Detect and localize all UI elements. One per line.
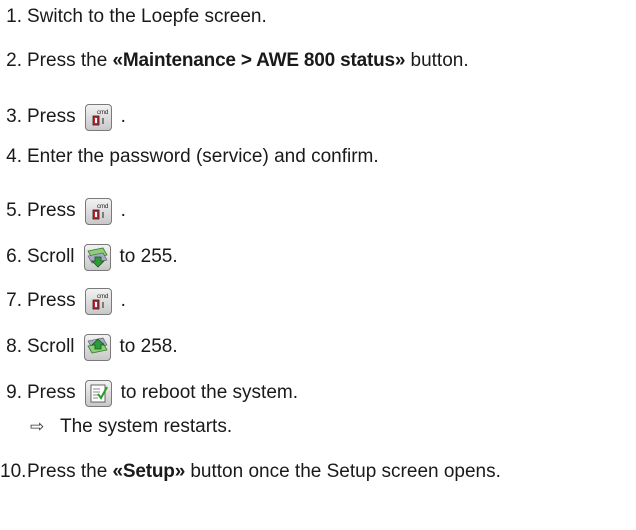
step-text-pre: Press — [27, 290, 76, 311]
cmd-key-icon: cmd — [84, 287, 112, 315]
step-6: 6. Scroll to 255. — [0, 242, 178, 272]
step-text-pre: Press — [27, 382, 76, 403]
step-number: 8. — [6, 336, 22, 357]
step-number: 3. — [6, 106, 22, 127]
step-10: 10. Press the «Setup» button once the Se… — [0, 457, 501, 487]
step-2: 2. Press the «Maintenance > AWE 800 stat… — [0, 46, 469, 76]
step-text: Switch to the Loepfe screen. — [27, 6, 267, 27]
step-number: 1. — [6, 6, 22, 27]
scroll-down-icon — [83, 243, 111, 271]
step-number: 4. — [6, 146, 22, 167]
step-text: Scroll to 255. — [27, 243, 178, 271]
step-text-pre: Press — [27, 200, 76, 221]
step-text: Press the «Maintenance > AWE 800 status»… — [27, 50, 469, 72]
step-4: 4. Enter the password (service) and conf… — [0, 142, 379, 172]
svg-text:cmd: cmd — [97, 204, 108, 210]
cmd-key-icon: cmd — [84, 197, 112, 225]
setup-button-ref: «Setup» — [112, 461, 186, 482]
step-text: Press cmd . — [27, 197, 126, 225]
step-text: Scroll to 258. — [27, 333, 178, 361]
step-text-pre: Press the — [27, 461, 113, 482]
step-number: 10. — [0, 461, 27, 482]
step-number: 7. — [6, 290, 22, 311]
step-number: 2. — [6, 50, 22, 71]
step-text-post: . — [120, 200, 126, 221]
step-text: Press the «Setup» button once the Setup … — [27, 461, 501, 483]
step-number: 6. — [6, 246, 22, 267]
step-7: 7. Press cmd . — [0, 286, 126, 316]
step-text-post: . — [120, 106, 126, 127]
step-text-pre: Scroll — [27, 336, 75, 357]
step-text: Press cmd . — [27, 103, 126, 131]
step-text-post: button once the Setup screen opens. — [185, 461, 501, 482]
step-8: 8. Scroll to 258. — [0, 332, 178, 362]
scroll-up-icon — [83, 333, 111, 361]
step-3: 3. Press cmd . — [0, 102, 126, 132]
step-text-post: to 258. — [119, 336, 178, 357]
step-text: Press to reboot the system. — [27, 379, 298, 407]
step-text-post: to 255. — [119, 246, 178, 267]
step-text-post: to reboot the system. — [120, 382, 298, 403]
cmd-key-icon: cmd — [84, 103, 112, 131]
step-1: 1. Switch to the Loepfe screen. — [0, 2, 267, 32]
step-text-pre: Press the — [27, 50, 113, 71]
step-text: Enter the password (service) and confirm… — [27, 146, 379, 167]
step-text: Press cmd . — [27, 287, 126, 315]
result-text: The system restarts. — [60, 416, 233, 437]
step-text-pre: Press — [27, 106, 76, 127]
step-result: ⇨ The system restarts. — [30, 413, 232, 441]
step-5: 5. Press cmd . — [0, 196, 126, 226]
svg-text:cmd: cmd — [97, 110, 108, 116]
step-number: 5. — [6, 200, 22, 221]
step-text-pre: Scroll — [27, 246, 75, 267]
step-text-post: . — [120, 290, 126, 311]
step-text-post: button. — [405, 50, 469, 71]
step-9: 9. Press to reboot the system. — [0, 378, 298, 408]
step-number: 9. — [6, 382, 22, 403]
result-arrow-icon: ⇨ — [30, 417, 45, 436]
maintenance-button-ref: «Maintenance > AWE 800 status» — [112, 50, 406, 71]
svg-text:cmd: cmd — [97, 294, 108, 300]
checklist-icon — [84, 379, 112, 407]
